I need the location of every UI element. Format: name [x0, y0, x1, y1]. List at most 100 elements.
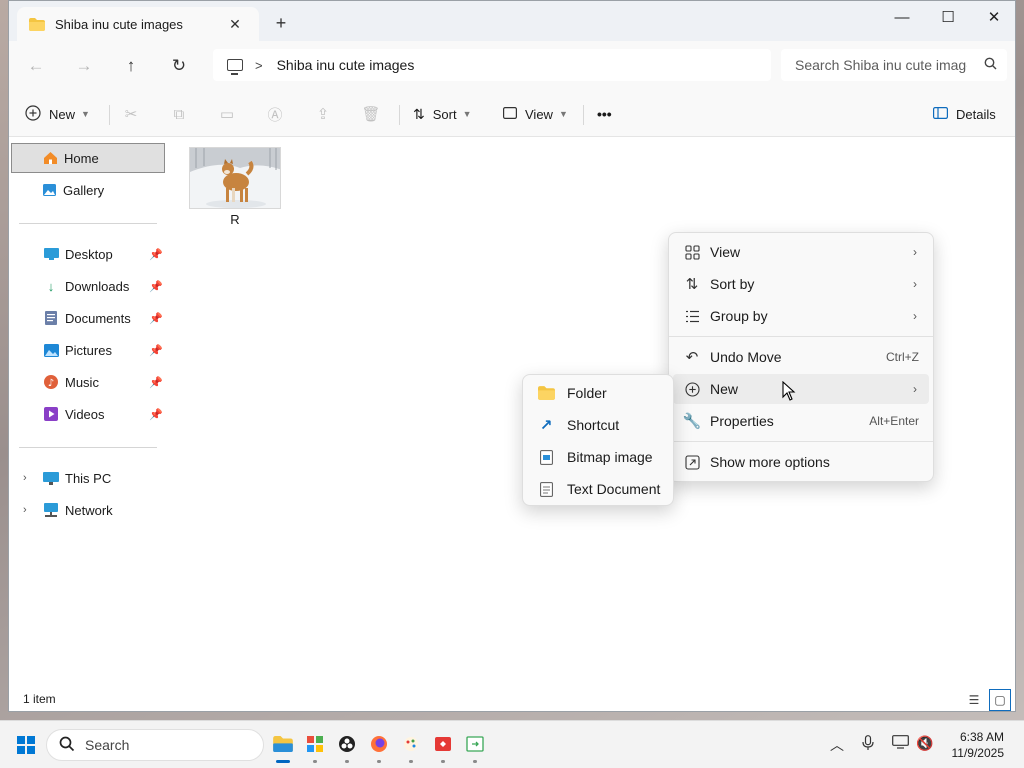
- paint-app-icon[interactable]: [398, 731, 424, 757]
- store-app-icon[interactable]: [302, 731, 328, 757]
- menu-item-undo-move[interactable]: ↶ Undo Move Ctrl+Z: [673, 342, 929, 372]
- new-plus-icon: [683, 380, 701, 398]
- menu-item-group-by[interactable]: Group by ›: [673, 301, 929, 331]
- new-tab-button[interactable]: +: [269, 13, 293, 33]
- menu-item-label: Show more options: [710, 454, 830, 470]
- sidebar-item-downloads[interactable]: ↓ Downloads 📌: [11, 271, 165, 301]
- submenu-item-folder[interactable]: Folder: [527, 378, 669, 408]
- sidebar-item-documents[interactable]: Documents 📌: [11, 303, 165, 333]
- tab-close-icon[interactable]: ✕: [223, 16, 247, 33]
- sort-button[interactable]: ⇅ Sort ▼: [413, 101, 472, 127]
- pin-icon[interactable]: 📌: [149, 312, 163, 325]
- menu-item-label: New: [710, 381, 739, 397]
- file-explorer-taskbar-icon[interactable]: [270, 731, 296, 757]
- maximize-button[interactable]: ☐: [925, 1, 971, 33]
- view-button[interactable]: View ▼: [503, 101, 568, 127]
- chevron-right-icon[interactable]: ›: [23, 504, 27, 516]
- cut-icon[interactable]: ✂: [118, 101, 144, 127]
- anydesk-app-icon[interactable]: [430, 731, 456, 757]
- sidebar-item-this-pc[interactable]: › This PC: [11, 463, 165, 493]
- breadcrumb[interactable]: Shiba inu cute images: [277, 57, 415, 73]
- refresh-button[interactable]: ↻: [164, 53, 194, 79]
- firefox-app-icon[interactable]: [366, 731, 392, 757]
- divider: [399, 105, 400, 125]
- chevron-right-icon[interactable]: ›: [23, 472, 27, 484]
- address-bar-row: ← → ↑ ↻ > Shiba inu cute images Search S…: [9, 41, 1015, 89]
- forward-button[interactable]: →: [69, 53, 99, 79]
- pin-icon[interactable]: 📌: [149, 280, 163, 293]
- search-input[interactable]: Search Shiba inu cute images: [781, 49, 1007, 81]
- back-button[interactable]: ←: [21, 53, 51, 79]
- details-button[interactable]: Details: [933, 101, 996, 127]
- menu-item-sort-by[interactable]: ⇅ Sort by ›: [673, 269, 929, 299]
- menu-item-properties[interactable]: 🔧 Properties Alt+Enter: [673, 406, 929, 436]
- pin-icon[interactable]: 📌: [149, 344, 163, 357]
- active-app-indicator: [276, 760, 290, 763]
- navigation-pane: Home Gallery Desktop 📌 ↓ Downloads 📌 Doc…: [9, 138, 169, 684]
- submenu-item-shortcut[interactable]: ↗ Shortcut: [527, 410, 669, 440]
- pin-icon[interactable]: 📌: [149, 376, 163, 389]
- new-label: New: [49, 106, 76, 122]
- details-pane-icon: [933, 106, 949, 122]
- volume-muted-icon[interactable]: 🔇: [916, 735, 933, 752]
- undo-icon: ↶: [685, 349, 699, 366]
- sidebar-item-gallery[interactable]: Gallery: [11, 175, 165, 205]
- taskbar-clock[interactable]: 6:38 AM 11/9/2025: [952, 729, 1005, 761]
- menu-item-label: Properties: [710, 413, 774, 429]
- details-view-icon[interactable]: ☰: [963, 689, 985, 711]
- more-options-icon: [683, 453, 701, 471]
- sidebar-item-videos[interactable]: Videos 📌: [11, 399, 165, 429]
- desktop-icon: [43, 246, 59, 262]
- image-thumbnail[interactable]: [189, 147, 281, 209]
- taskbar-search-label: Search: [85, 737, 130, 753]
- pin-icon[interactable]: 📌: [149, 248, 163, 261]
- close-window-button[interactable]: ✕: [971, 1, 1015, 33]
- submenu-item-text-document[interactable]: Text Document: [527, 474, 669, 504]
- menu-item-new[interactable]: New ›: [673, 374, 929, 404]
- copy-icon[interactable]: ⧉: [166, 101, 192, 127]
- this-pc-icon: [43, 470, 59, 486]
- remote-app-icon[interactable]: [462, 731, 488, 757]
- explorer-tab[interactable]: Shiba inu cute images ✕: [17, 7, 259, 41]
- rename-icon[interactable]: Ⓐ: [262, 101, 288, 127]
- minimize-button[interactable]: —: [879, 1, 925, 33]
- address-field[interactable]: > Shiba inu cute images: [213, 49, 771, 81]
- chevron-right-icon: ›: [913, 245, 917, 259]
- clock-date: 11/9/2025: [951, 746, 1005, 760]
- sidebar-item-network[interactable]: › Network: [11, 495, 165, 525]
- taskbar-search[interactable]: Search: [46, 729, 264, 761]
- file-name[interactable]: R: [189, 212, 281, 227]
- plus-circle-icon: [25, 104, 41, 124]
- shortcut-icon: ↗: [539, 417, 553, 434]
- pin-icon[interactable]: 📌: [149, 408, 163, 421]
- submenu-item-bitmap-image[interactable]: Bitmap image: [527, 442, 669, 472]
- show-hidden-icons-chevron-icon[interactable]: ︿: [830, 735, 844, 755]
- search-icon[interactable]: [984, 57, 997, 73]
- share-icon[interactable]: ⇪: [310, 101, 336, 127]
- group-icon: [683, 307, 701, 325]
- menu-item-label: Group by: [710, 308, 768, 324]
- menu-item-label: View: [710, 244, 741, 260]
- delete-icon[interactable]: 🗑: [358, 101, 384, 127]
- app-indicator: [345, 760, 349, 763]
- network-status-icon[interactable]: [892, 735, 909, 752]
- microphone-icon[interactable]: [862, 735, 874, 754]
- menu-separator: [669, 441, 933, 442]
- menu-item-view[interactable]: View ›: [673, 237, 929, 267]
- new-button[interactable]: New ▼: [25, 101, 90, 127]
- start-button[interactable]: [17, 736, 35, 754]
- more-options-button[interactable]: •••: [597, 101, 612, 127]
- breadcrumb-separator[interactable]: >: [255, 58, 263, 73]
- sidebar-item-music[interactable]: ♪ Music 📌: [11, 367, 165, 397]
- paste-icon[interactable]: ▭: [214, 101, 240, 127]
- up-button[interactable]: ↑: [116, 53, 146, 79]
- home-icon: [42, 150, 58, 166]
- large-icons-view-icon[interactable]: ▢: [989, 689, 1011, 711]
- menu-item-show-more-options[interactable]: Show more options: [673, 447, 929, 477]
- sidebar-item-home[interactable]: Home: [11, 143, 165, 173]
- obs-app-icon[interactable]: [334, 731, 360, 757]
- shortcut-text: Alt+Enter: [869, 414, 919, 428]
- chevron-right-icon: ›: [913, 277, 917, 291]
- sidebar-item-desktop[interactable]: Desktop 📌: [11, 239, 165, 269]
- sidebar-item-pictures[interactable]: Pictures 📌: [11, 335, 165, 365]
